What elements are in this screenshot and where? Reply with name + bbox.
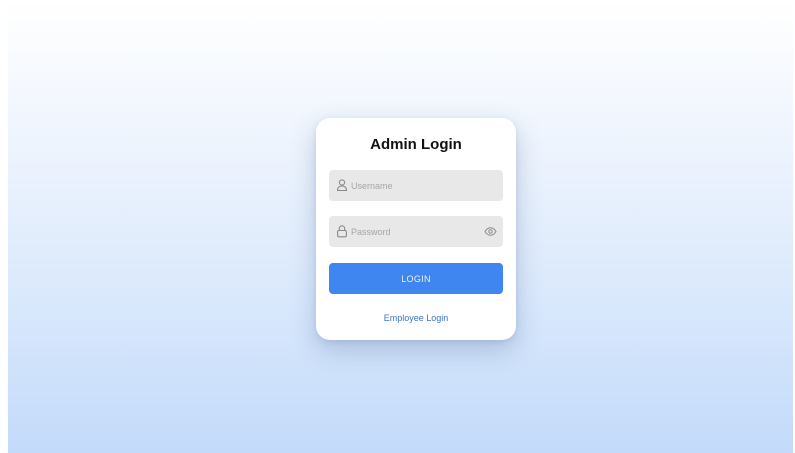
employee-login-link[interactable]: Employee Login [316,313,516,323]
user-icon [336,179,348,192]
password-field-container[interactable] [329,216,503,247]
login-button[interactable]: LOGIN [329,263,503,294]
eye-icon[interactable] [484,225,497,238]
page-title: Admin Login [370,136,462,153]
page-background: Admin Login LOGIN Employee Login [8,0,793,453]
login-card: Admin Login LOGIN Employee Login [316,118,516,340]
username-input[interactable] [351,170,481,201]
username-field-container[interactable] [329,170,503,201]
lock-icon [337,225,347,238]
password-input[interactable] [351,216,481,247]
